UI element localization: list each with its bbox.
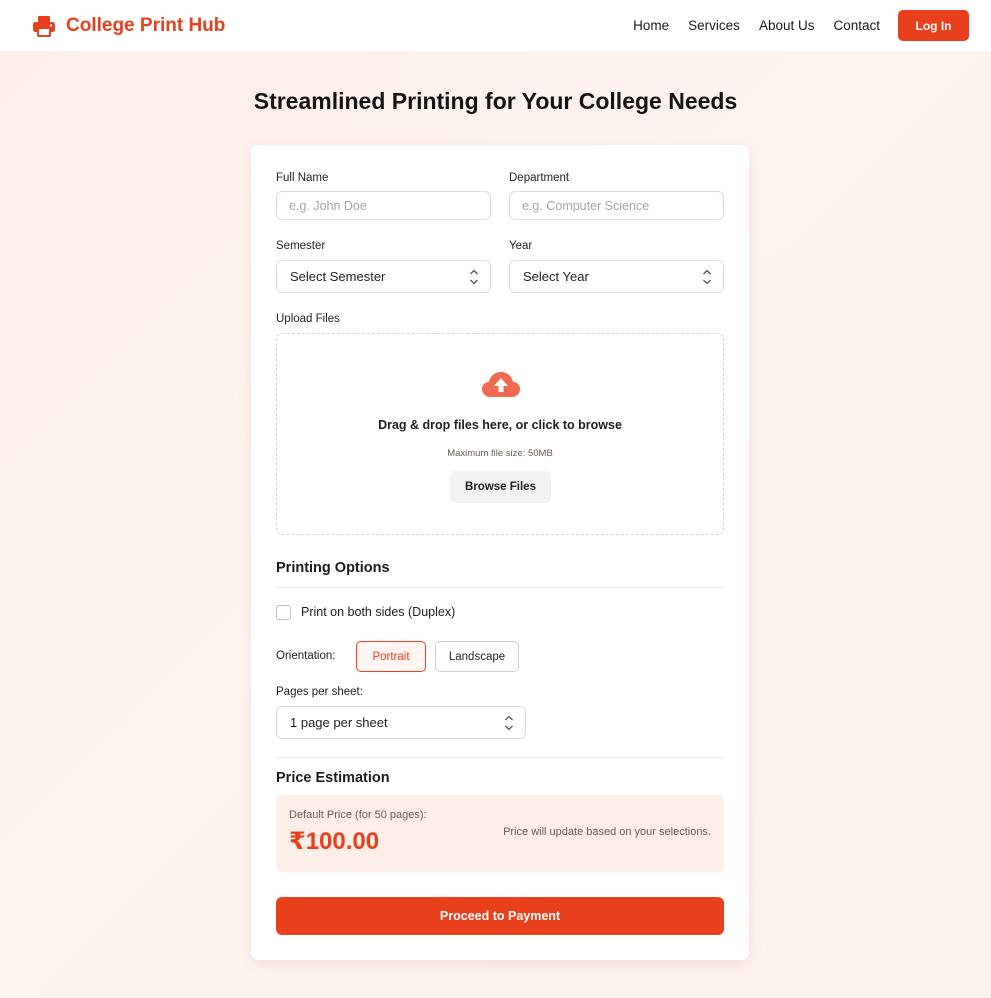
price-value: ₹100.00	[289, 828, 380, 855]
full-name-input[interactable]	[276, 191, 491, 220]
updown-chevron-icon	[703, 269, 711, 285]
brand-name: College Print Hub	[66, 14, 226, 36]
file-dropzone[interactable]: Drag & drop files here, or click to brow…	[276, 333, 724, 535]
price-update-note: Price will update based on your selectio…	[503, 826, 711, 838]
proceed-to-payment-button[interactable]: Proceed to Payment	[276, 897, 724, 935]
price-estimation-heading: Price Estimation	[276, 770, 390, 786]
pages-per-sheet-select[interactable]: 1 page per sheet	[276, 706, 526, 739]
brand-logo[interactable]: College Print Hub	[32, 15, 225, 37]
login-button[interactable]: Log In	[898, 10, 969, 41]
main-nav: Home Services About Us Contact Log In	[614, 10, 969, 41]
duplex-label[interactable]: Print on both sides (Duplex)	[301, 605, 455, 619]
semester-selected-value: Select Semester	[290, 269, 386, 284]
default-price-caption: Default Price (for 50 pages):	[289, 809, 427, 821]
price-estimate-panel: Default Price (for 50 pages): ₹100.00 Pr…	[276, 795, 724, 872]
print-order-form: Full Name Department Semester Select Sem…	[251, 145, 749, 960]
pages-per-sheet-selected-value: 1 page per sheet	[290, 715, 388, 730]
divider	[276, 757, 724, 758]
cloud-upload-icon	[482, 372, 520, 397]
department-input[interactable]	[509, 191, 724, 220]
nav-contact[interactable]: Contact	[833, 18, 880, 33]
pages-per-sheet-label: Pages per sheet:	[276, 686, 363, 698]
page-title: Streamlined Printing for Your College Ne…	[253, 88, 738, 114]
top-navbar: College Print Hub Home Services About Us…	[0, 0, 991, 51]
duplex-checkbox[interactable]	[276, 605, 291, 620]
max-file-size-hint: Maximum file size: 50MB	[447, 448, 553, 459]
printer-icon	[32, 15, 56, 37]
upload-files-label: Upload Files	[276, 313, 340, 325]
year-selected-value: Select Year	[523, 269, 589, 284]
dropzone-instructions: Drag & drop files here, or click to brow…	[378, 418, 622, 432]
printing-options-heading: Printing Options	[276, 560, 390, 576]
nav-services[interactable]: Services	[688, 18, 740, 33]
full-name-label: Full Name	[276, 172, 329, 184]
nav-home[interactable]: Home	[633, 18, 669, 33]
orientation-landscape-button[interactable]: Landscape	[435, 641, 519, 672]
divider	[276, 587, 724, 588]
updown-chevron-icon	[505, 715, 513, 731]
browse-files-button[interactable]: Browse Files	[450, 471, 551, 503]
updown-chevron-icon	[470, 269, 478, 285]
orientation-label: Orientation:	[276, 650, 336, 662]
orientation-portrait-button[interactable]: Portrait	[356, 641, 426, 672]
nav-about-us[interactable]: About Us	[759, 18, 815, 33]
semester-label: Semester	[276, 240, 326, 252]
department-label: Department	[509, 172, 570, 184]
year-select[interactable]: Select Year	[509, 260, 724, 293]
year-label: Year	[509, 240, 533, 252]
semester-select[interactable]: Select Semester	[276, 260, 491, 293]
